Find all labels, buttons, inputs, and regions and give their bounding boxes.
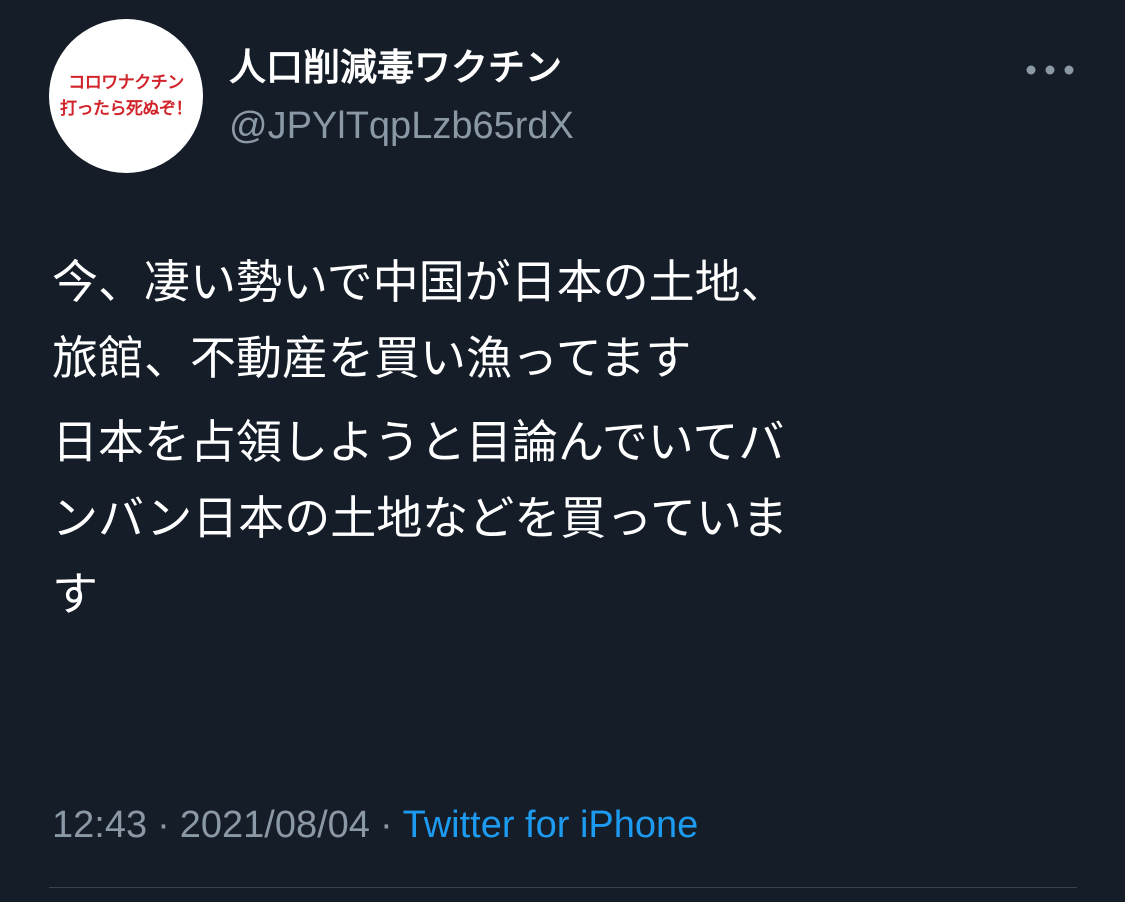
tweet-paragraph: 日本を占領しようと目論んでいてバ ンバン日本の土地などを買っていま す — [52, 404, 1052, 632]
more-options-button[interactable] — [1022, 56, 1078, 84]
tweet-line: 今、凄い勢いで中国が日本の土地、 — [52, 255, 787, 309]
avatar-text-line-2: 打ったら死ぬぞ！ — [60, 99, 193, 119]
display-name[interactable]: 人口削減毒ワクチン — [229, 45, 562, 91]
tweet-line: す — [52, 567, 98, 621]
avatar-text-line-1: コロワナクチン — [68, 73, 184, 93]
tweet-time[interactable]: 12:43 — [52, 804, 147, 846]
meta-separator: · — [379, 804, 393, 846]
meta-separator: · — [157, 804, 170, 846]
tweet-paragraph: 今、凄い勢いで中国が日本の土地、 旅館、不動産を買い漁ってます — [52, 244, 1052, 396]
divider — [49, 887, 1077, 888]
tweet-text: 今、凄い勢いで中国が日本の土地、 旅館、不動産を買い漁ってます 日本を占領しよう… — [52, 244, 1052, 632]
tweet-source-link[interactable]: Twitter for iPhone — [403, 804, 699, 846]
more-horizontal-icon — [1026, 65, 1074, 75]
tweet-date[interactable]: 2021/08/04 — [180, 804, 370, 846]
tweet-line: ンバン日本の土地などを買っていま — [52, 491, 788, 545]
user-handle[interactable]: @JPYlTqpLzb65rdX — [229, 103, 574, 149]
avatar[interactable]: コロワナクチン 打ったら死ぬぞ！ — [49, 19, 203, 173]
tweet-metadata: 12:43 · 2021/08/04 · Twitter for iPhone — [52, 800, 698, 850]
tweet: コロワナクチン 打ったら死ぬぞ！ 人口削減毒ワクチン @JPYlTqpLzb65… — [0, 0, 1125, 902]
tweet-line: 日本を占領しようと目論んでいてバ — [52, 415, 785, 469]
tweet-line: 旅館、不動産を買い漁ってます — [52, 331, 692, 385]
